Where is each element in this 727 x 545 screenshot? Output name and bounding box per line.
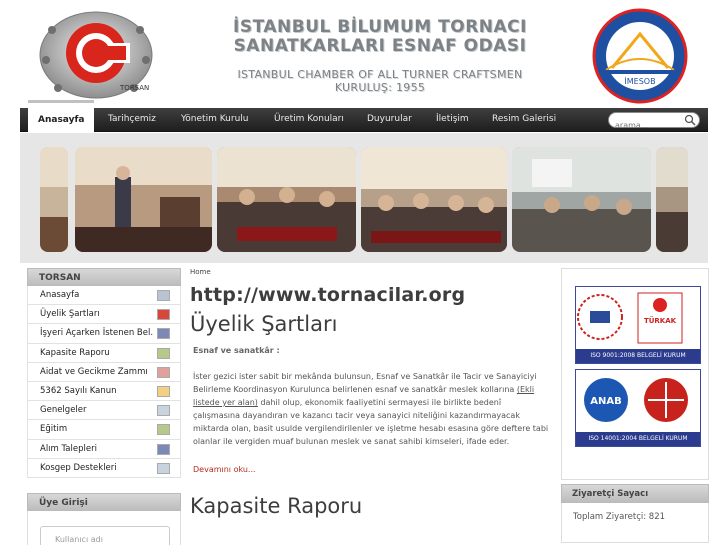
- svg-text:ANAB: ANAB: [590, 396, 621, 407]
- nav-tab-tarihcemiz[interactable]: Tarihçemiz: [108, 108, 156, 132]
- visitor-counter-value: 821: [648, 512, 666, 522]
- site-title: İSTANBUL BİLUMUM TORNACI SANATKARLARI ES…: [200, 17, 560, 95]
- article-body-part1: İster gezici ister sabit bir mekânda bul…: [193, 372, 537, 394]
- color-swatch-icon: [157, 309, 170, 321]
- nav-tab-iletisim[interactable]: İletişim: [436, 108, 469, 132]
- slider-photo-3[interactable]: [217, 147, 356, 252]
- sidebar-item-egitim[interactable]: Eğitim: [27, 420, 181, 440]
- sidebar-item-label: Üyelik Şartları: [40, 309, 100, 320]
- color-swatch-icon: [157, 328, 170, 340]
- login-heading: Üye Girişi: [27, 492, 181, 511]
- torsan-logo-icon[interactable]: TORSAN: [38, 10, 156, 100]
- slider-photo-6[interactable]: [656, 147, 688, 252]
- slider-photo-4[interactable]: [361, 147, 507, 252]
- login-box: Kullanıcı adı: [27, 510, 181, 545]
- sidebar-item-label: Kapasite Raporu: [40, 347, 110, 358]
- slider-photo-1[interactable]: [40, 147, 68, 252]
- color-swatch-icon: [157, 290, 170, 301]
- nav-tab-yonetim-kurulu[interactable]: Yönetim Kurulu: [181, 108, 248, 132]
- sidebar-item-isyeri-acarken[interactable]: İşyeri Açarken İstenen Bel.: [27, 324, 181, 344]
- visitor-counter-label: Toplam Ziyaretçi:: [573, 512, 647, 522]
- site-url-title[interactable]: http://www.tornacilar.org: [190, 284, 550, 306]
- search-box: [608, 112, 700, 133]
- main-content: Home http://www.tornacilar.org Üyelik Şa…: [190, 268, 550, 518]
- sidebar-item-label: Alım Talepleri: [40, 443, 97, 454]
- slider-photo-2[interactable]: [75, 147, 212, 252]
- iso-14001-label: ISO 14001:2004 BELGELİ KURUM: [576, 432, 700, 446]
- username-field[interactable]: Kullanıcı adı: [40, 525, 170, 545]
- iso-14001-seal-icon: ANAB: [584, 378, 688, 422]
- sidebar-item-kapasite-raporu[interactable]: Kapasite Raporu: [27, 343, 181, 363]
- title-line-1: İSTANBUL BİLUMUM TORNACI: [233, 17, 527, 37]
- nav-tab-duyurular[interactable]: Duyurular: [367, 108, 412, 132]
- sidebar-item-anasayfa[interactable]: Anasayfa: [27, 286, 181, 306]
- sidebar-item-kosgep[interactable]: Kosgep Destekleri: [27, 458, 181, 478]
- article-body: İster gezici ister sabit bir mekânda bul…: [190, 370, 550, 448]
- right-sidebar: TÜRKAK ISO 9001:2008 BELGELİ KURUM ANAB …: [561, 268, 709, 543]
- article-title[interactable]: Üyelik Şartları: [190, 312, 550, 336]
- iso-9001-label: ISO 9001:2008 BELGELİ KURUM: [576, 349, 700, 363]
- article-lead: Esnaf ve sanatkâr :: [193, 346, 280, 355]
- nav-tab-resim-galerisi[interactable]: Resim Galerisi: [492, 108, 556, 132]
- svg-text:TÜRKAK: TÜRKAK: [644, 316, 677, 325]
- sidebar-item-genelgeler[interactable]: Genelgeler: [27, 401, 181, 421]
- breadcrumb[interactable]: Home: [190, 268, 550, 276]
- sidebar-item-aidat[interactable]: Aidat ve Gecikme Zammı: [27, 362, 181, 382]
- title-line-2: SANATKARLARI ESNAF ODASI: [233, 36, 527, 56]
- sidebar-item-label: Aidat ve Gecikme Zammı: [40, 366, 148, 377]
- sidebar-item-label: Eğitim: [40, 424, 68, 435]
- color-swatch-icon: [157, 462, 170, 474]
- color-swatch-icon: [157, 366, 170, 378]
- sidebar-item-label: 5362 Sayılı Kanun: [40, 385, 117, 396]
- subtitle-line-2: KURULUŞ: 1955: [334, 81, 426, 94]
- nav-tab-uretim-konulari[interactable]: Üretim Konuları: [274, 108, 344, 132]
- sidebar-item-label: Kosgep Destekleri: [40, 462, 117, 473]
- main-nav: Anasayfa Tarihçemiz Yönetim Kurulu Üreti…: [20, 100, 708, 133]
- photo-slider[interactable]: [20, 133, 708, 263]
- color-swatch-icon: [157, 424, 170, 436]
- iso-9001-certificate[interactable]: TÜRKAK ISO 9001:2008 BELGELİ KURUM: [575, 286, 701, 364]
- sidebar-item-5362-kanun[interactable]: 5362 Sayılı Kanun: [27, 381, 181, 402]
- color-swatch-icon: [157, 443, 170, 455]
- color-swatch-icon: [157, 385, 170, 397]
- color-swatch-icon: [157, 405, 170, 417]
- iso-14001-certificate[interactable]: ANAB ISO 14001:2004 BELGELİ KURUM: [575, 369, 701, 447]
- svg-text:İMESOB: İMESOB: [624, 76, 655, 86]
- search-icon[interactable]: [684, 114, 696, 126]
- visitor-counter-heading: Ziyaretçi Sayacı: [561, 484, 709, 503]
- svg-text:TORSAN: TORSAN: [119, 84, 149, 92]
- article-title-2[interactable]: Kapasite Raporu: [190, 494, 550, 518]
- slider-photo-5[interactable]: [512, 147, 651, 252]
- imesob-logo-icon[interactable]: İMESOB: [588, 8, 692, 104]
- site-header: TORSAN İSTANBUL BİLUMUM TORNACI SANATKAR…: [0, 0, 727, 108]
- nav-tab-anasayfa[interactable]: Anasayfa: [28, 100, 95, 132]
- sidebar-item-label: Genelgeler: [40, 405, 87, 416]
- left-sidebar: TORSAN Anasayfa Üyelik Şartları İşyeri A…: [27, 268, 181, 545]
- certificates-box: TÜRKAK ISO 9001:2008 BELGELİ KURUM ANAB …: [561, 268, 709, 480]
- sidebar-heading: TORSAN: [27, 268, 181, 286]
- sidebar-item-alim-talepleri[interactable]: Alım Talepleri: [27, 439, 181, 459]
- visitor-counter: Toplam Ziyaretçi: 821: [561, 503, 709, 543]
- color-swatch-icon: [157, 347, 170, 359]
- iso-9001-seal-icon: TÜRKAK: [577, 292, 683, 344]
- sidebar-item-uyelik-sartlari[interactable]: Üyelik Şartları: [27, 305, 181, 325]
- subtitle-line-1: ISTANBUL CHAMBER OF ALL TURNER CRAFTSMEN: [237, 68, 523, 81]
- search-input[interactable]: [609, 118, 683, 133]
- sidebar-item-label: Anasayfa: [40, 290, 80, 300]
- sidebar-item-label: İşyeri Açarken İstenen Bel.: [40, 328, 154, 339]
- read-more-link[interactable]: Devamını oku...: [190, 465, 550, 474]
